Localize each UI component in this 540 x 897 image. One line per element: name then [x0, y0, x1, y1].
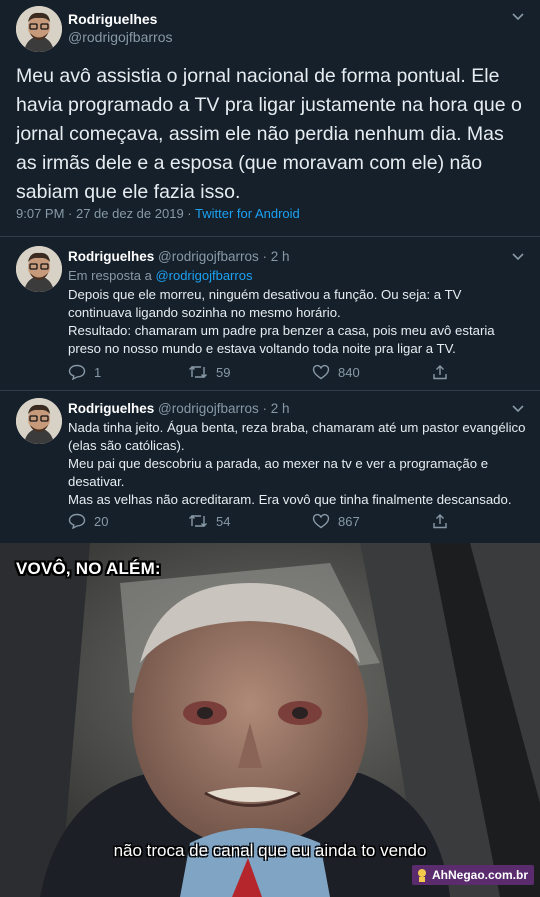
- share-button[interactable]: [432, 364, 448, 380]
- divider: [0, 390, 540, 391]
- reply-age: · 2 h: [262, 401, 290, 416]
- reply-button[interactable]: 1: [68, 364, 101, 380]
- author-avatar[interactable]: [16, 6, 62, 52]
- retweet-button[interactable]: 59: [188, 364, 230, 380]
- reply-author-handle[interactable]: @rodrigojfbarros: [158, 249, 259, 264]
- retweet-count: 59: [216, 364, 231, 380]
- avatar-image: [16, 246, 62, 292]
- comment-icon: [68, 513, 86, 529]
- reply-author-name[interactable]: Rodriguelhes: [68, 401, 154, 416]
- reply-to-handle-link[interactable]: @rodrigojfbarros: [155, 268, 252, 283]
- reply-text: Nada tinha jeito. Água benta, reza braba…: [68, 420, 526, 507]
- reply-count: 1: [94, 364, 102, 380]
- chevron-down-icon[interactable]: [512, 405, 524, 413]
- reply-count: 20: [94, 513, 109, 529]
- tweet-timestamp: 9:07 PM · 27 de dez de 2019 ·: [16, 206, 195, 221]
- watermark-text: AhNegao.com.br: [431, 868, 528, 882]
- share-icon: [433, 514, 447, 529]
- author-name[interactable]: Rodriguelhes: [68, 11, 157, 27]
- reply-author-handle[interactable]: @rodrigojfbarros: [158, 401, 259, 416]
- reply-actions: 20 54 867: [68, 513, 468, 533]
- chevron-down-icon[interactable]: [512, 13, 524, 21]
- reply-to-prefix: Em resposta a: [68, 268, 156, 283]
- watermark: AhNegao.com.br: [411, 865, 534, 885]
- like-count: 867: [338, 513, 360, 529]
- reply-to-line: Em resposta a @rodrigojfbarros: [68, 268, 252, 283]
- like-count: 840: [338, 364, 360, 380]
- meme-top-caption: VOVÔ, NO ALÉM:: [16, 559, 161, 578]
- tweet-meta: 9:07 PM · 27 de dez de 2019 · Twitter fo…: [16, 206, 300, 221]
- retweet-icon: [189, 515, 207, 527]
- meme-bottom-caption: não troca de canal que eu ainda to vendo: [113, 841, 427, 860]
- avatar-image: [16, 398, 62, 444]
- reply-text: Depois que ele morreu, ninguém desativou…: [68, 287, 495, 356]
- avatar-image: [16, 6, 62, 52]
- author-handle[interactable]: @rodrigojfbarros: [68, 29, 172, 45]
- reply-button[interactable]: 20: [68, 513, 108, 529]
- reply-avatar[interactable]: [16, 398, 62, 444]
- watermark-logo-icon: [417, 869, 426, 882]
- reply-author-name[interactable]: Rodriguelhes: [68, 249, 154, 264]
- reply-age: · 2 h: [262, 249, 290, 264]
- share-button[interactable]: [432, 513, 448, 529]
- heart-icon: [312, 364, 330, 380]
- retweet-count: 54: [216, 513, 231, 529]
- heart-icon: [312, 513, 330, 529]
- tweet-source-link[interactable]: Twitter for Android: [195, 206, 300, 221]
- chevron-down-icon[interactable]: [512, 253, 524, 261]
- meme-photo: VOVÔ, NO ALÉM: não troca de canal que eu…: [0, 543, 540, 897]
- share-icon: [433, 365, 447, 380]
- tweet-text: Meu avô assistia o jornal nacional de fo…: [16, 65, 522, 203]
- like-button[interactable]: 840: [312, 364, 360, 380]
- reply-header: Rodriguelhes @rodrigojfbarros · 2 h: [68, 401, 290, 416]
- like-button[interactable]: 867: [312, 513, 360, 529]
- retweet-icon: [189, 366, 207, 378]
- comment-icon: [68, 364, 86, 380]
- reply-actions: 1 59 840: [68, 364, 468, 384]
- reply-header: Rodriguelhes @rodrigojfbarros · 2 h: [68, 249, 290, 264]
- retweet-button[interactable]: 54: [188, 513, 230, 529]
- reply-avatar[interactable]: [16, 246, 62, 292]
- divider: [0, 236, 540, 237]
